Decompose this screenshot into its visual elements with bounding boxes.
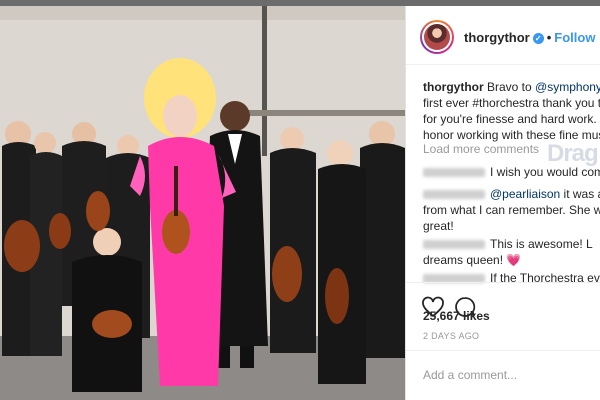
load-more-comments-button[interactable]: Load more comments — [423, 142, 539, 156]
comment-text: This is awesome! L — [490, 237, 593, 251]
instagram-post-window: thorgythor ✓ • Follow thorgythor Bravo to @… — [0, 0, 600, 400]
post-header: thorgythor ✓ • Follow — [406, 6, 600, 65]
caption-username[interactable]: thorgythor — [423, 80, 484, 94]
comment-3-line-2: dreams queen! 💗 — [423, 252, 521, 268]
wall-pipe — [262, 6, 267, 156]
post-caption: thorgythor Bravo to @symphonyns first ev… — [423, 79, 600, 143]
comment-2-line-2: from what I can remember. She wa — [423, 203, 600, 217]
violin — [86, 191, 110, 231]
violin — [4, 220, 40, 272]
blurred-username — [423, 240, 485, 250]
comment-2: @pearliaison it was a p — [423, 186, 600, 202]
comment-2-line-3: great! — [423, 219, 454, 233]
add-comment-bar: Add a comment... — [406, 350, 600, 400]
caption-text-1: Bravo to — [487, 80, 532, 94]
likes-count[interactable]: 25,667 likes — [423, 309, 490, 323]
username-link[interactable]: thorgythor — [464, 30, 530, 45]
violin — [49, 213, 71, 249]
comment-text: dreams queen! — [423, 253, 507, 267]
username-line: thorgythor ✓ • Follow — [464, 30, 595, 45]
separator-dot: • — [546, 30, 552, 45]
violin — [162, 210, 190, 254]
violin — [325, 268, 349, 324]
caption-line-3: for you're finesse and hard work. W — [423, 112, 600, 126]
comment-1: I wish you would come to C — [423, 164, 600, 180]
add-comment-input[interactable]: Add a comment... — [423, 368, 517, 382]
comment-text: it was a p — [563, 187, 600, 201]
blurred-username — [423, 190, 485, 200]
avatar[interactable] — [420, 20, 454, 54]
comment-mention-link[interactable]: @pearliaison — [490, 187, 560, 201]
post-side-panel: thorgythor ✓ • Follow thorgythor Bravo to @… — [405, 6, 600, 400]
follow-button[interactable]: Follow — [554, 30, 595, 45]
caption-mention-link[interactable]: @symphonyns — [535, 80, 600, 94]
post-timestamp: 2 DAYS AGO — [423, 331, 480, 341]
comment-3: This is awesome! L — [423, 236, 593, 252]
orchestra-group-photo — [0, 6, 405, 400]
comment-text: I wish you would come to C — [490, 165, 600, 179]
blurred-username — [423, 168, 485, 178]
verified-badge-icon: ✓ — [532, 33, 544, 44]
caption-line-2: first ever #thorchestra thank you to — [423, 96, 600, 110]
violin — [272, 246, 302, 302]
pink-heart-emoji: 💗 — [506, 253, 522, 267]
post-photo[interactable] — [0, 6, 405, 400]
